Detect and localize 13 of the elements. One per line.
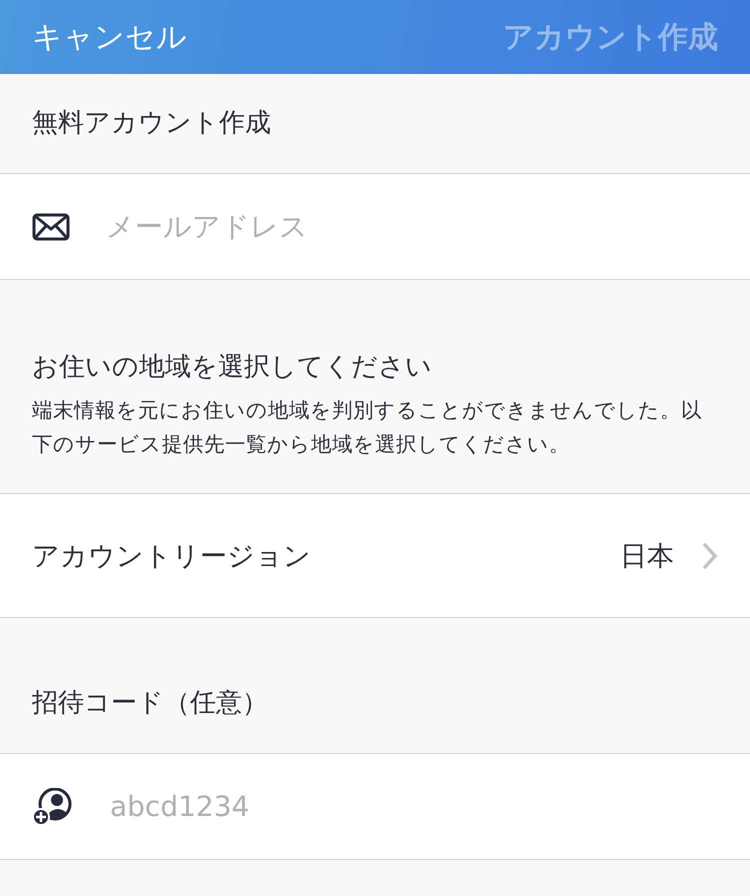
section-title: 無料アカウント作成	[32, 107, 272, 140]
email-field[interactable]: メールアドレス	[0, 174, 750, 280]
text-input[interactable]: abcd1234	[108, 789, 718, 824]
section-title: お住いの地域を選択してください	[32, 351, 433, 384]
text-input[interactable]: メールアドレス	[104, 209, 718, 244]
mail-icon	[32, 212, 70, 240]
account-region-row[interactable]: アカウントリージョン 日本	[0, 494, 750, 618]
invite-code-field[interactable]: abcd1234	[0, 754, 750, 860]
cancel-button[interactable]: キャンセル	[32, 16, 187, 58]
section-description: 端末情報を元にお住いの地域を判別することができませんでした。以下のサービス提供先一覧から地域を選択してください。	[32, 397, 703, 458]
add-user-icon	[32, 788, 74, 826]
section-title: 招待コード（任意）	[32, 687, 269, 720]
chevron-right-icon	[702, 542, 718, 570]
